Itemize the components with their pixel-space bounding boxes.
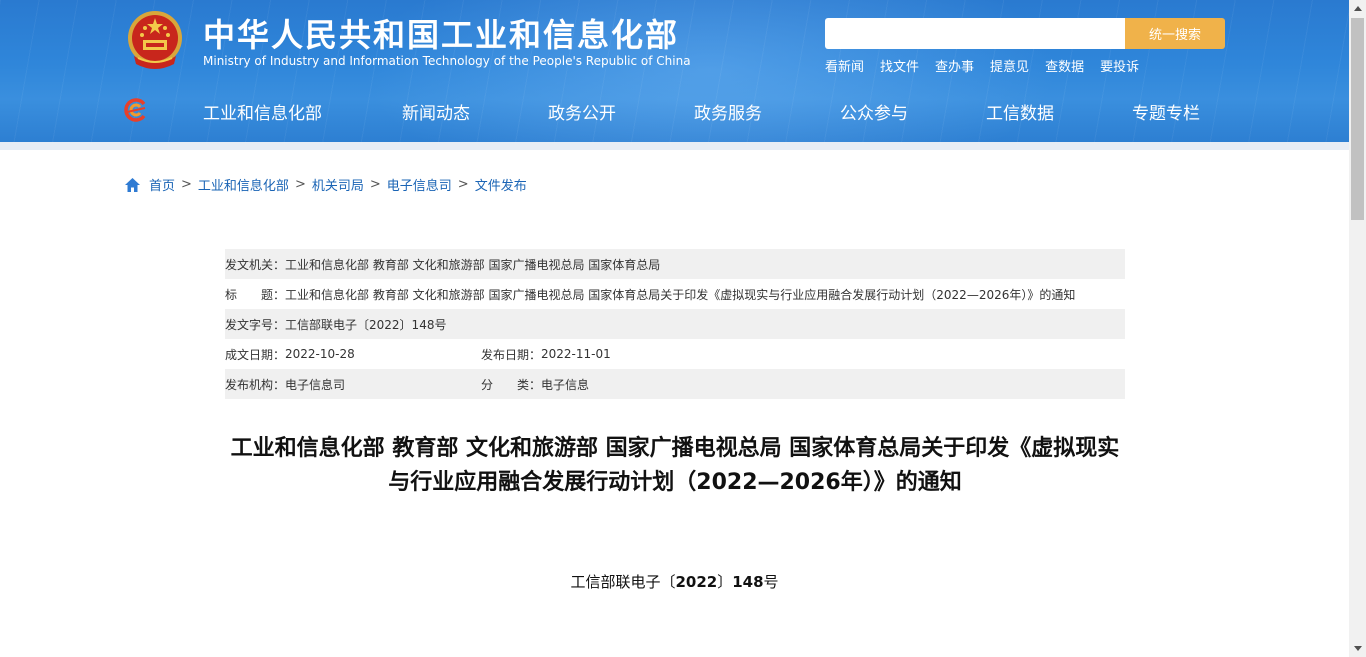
pub-date-label: 发布日期：	[481, 347, 542, 362]
breadcrumb-separator: >	[457, 177, 469, 192]
search-button[interactable]: 统一搜索	[1125, 18, 1225, 49]
info-row-issuer: 发文机关： 工业和信息化部 教育部 文化和旅游部 国家广播电视总局 国家体育总局	[225, 249, 1125, 279]
breadcrumb-miit[interactable]: 工业和信息化部	[198, 175, 289, 194]
quick-links: 看新闻 找文件 查办事 提意见 查数据 要投诉	[825, 56, 1155, 75]
title-label: 标 题：	[225, 287, 286, 302]
info-row-docno: 发文字号： 工信部联电子〔2022〕148号	[225, 309, 1125, 339]
issuer-value: 工业和信息化部 教育部 文化和旅游部 国家广播电视总局 国家体育总局	[285, 257, 661, 272]
nav-item-news[interactable]: 新闻动态	[402, 99, 470, 124]
issuer-label: 发文机关：	[225, 257, 286, 272]
doc-number-suffix: 号	[763, 573, 779, 591]
info-row-dates: 成文日期： 2022-10-28 发布日期： 2022-11-01	[225, 339, 1125, 369]
date-value: 2022-10-28	[285, 347, 355, 361]
org-value: 电子信息司	[285, 377, 346, 392]
breadcrumb-home[interactable]: 首页	[149, 175, 175, 194]
article-doc-number: 工信部联电子〔2022〕148号	[0, 571, 1349, 592]
document-info-table: 发文机关： 工业和信息化部 教育部 文化和旅游部 国家广播电视总局 国家体育总局…	[225, 249, 1125, 399]
search-input[interactable]	[825, 18, 1125, 49]
breadcrumb-separator: >	[294, 177, 306, 192]
docno-value: 工信部联电子〔2022〕148号	[285, 317, 447, 332]
info-row-title: 标 题： 工业和信息化部 教育部 文化和旅游部 国家广播电视总局 国家体育总局关…	[225, 279, 1125, 309]
site-subtitle: Ministry of Industry and Information Tec…	[203, 54, 691, 68]
nav-item-data[interactable]: 工信数据	[986, 99, 1054, 124]
quick-link-news[interactable]: 看新闻	[825, 56, 864, 75]
org-label: 发布机构：	[225, 377, 286, 392]
breadcrumb-file-release[interactable]: 文件发布	[475, 175, 527, 194]
breadcrumb-separator: >	[181, 177, 192, 192]
breadcrumb-separator: >	[369, 177, 381, 192]
doc-number-prefix: 工信部联电子〔	[570, 573, 676, 591]
info-row-org: 发布机构： 电子信息司 分 类： 电子信息	[225, 369, 1125, 399]
category-label: 分 类：	[481, 377, 542, 392]
nav-item-topics[interactable]: 专题专栏	[1132, 99, 1200, 124]
category-value: 电子信息	[541, 377, 590, 392]
scroll-down-arrow-icon[interactable]	[1349, 640, 1366, 657]
nav-item-public-affairs[interactable]: 政务公开	[548, 99, 616, 124]
scrollbar-thumb[interactable]	[1351, 18, 1364, 220]
quick-link-files[interactable]: 找文件	[880, 56, 919, 75]
quick-link-services[interactable]: 查办事	[935, 56, 974, 75]
miit-logo-icon[interactable]	[124, 98, 148, 122]
title-value: 工业和信息化部 教育部 文化和旅游部 国家广播电视总局 国家体育总局关于印发《虚…	[285, 287, 1076, 302]
header-banner: 中华人民共和国工业和信息化部 Ministry of Industry and …	[0, 0, 1349, 142]
home-icon[interactable]	[124, 177, 141, 193]
doc-number-num: 148	[732, 573, 764, 591]
national-emblem-icon[interactable]	[124, 8, 186, 74]
article-title: 工业和信息化部 教育部 文化和旅游部 国家广播电视总局 国家体育总局关于印发《虚…	[230, 436, 1120, 495]
page: 中华人民共和国工业和信息化部 Ministry of Industry and …	[0, 0, 1366, 657]
nav-item-miit[interactable]: 工业和信息化部	[203, 99, 322, 124]
date-label: 成文日期：	[225, 347, 286, 362]
doc-number-mid: 〕	[717, 573, 733, 591]
breadcrumb-departments[interactable]: 机关司局	[312, 175, 364, 194]
site-title[interactable]: 中华人民共和国工业和信息化部	[203, 10, 679, 56]
vertical-scrollbar[interactable]	[1349, 0, 1366, 657]
header-shadow	[0, 142, 1349, 150]
scroll-up-arrow-icon[interactable]	[1349, 0, 1366, 17]
quick-link-feedback[interactable]: 提意见	[990, 56, 1029, 75]
breadcrumb-electronics-dept[interactable]: 电子信息司	[387, 175, 452, 194]
breadcrumb: 首页 > 工业和信息化部 > 机关司局 > 电子信息司 > 文件发布	[124, 175, 527, 194]
quick-link-complaint[interactable]: 要投诉	[1100, 56, 1139, 75]
doc-number-year: 2022	[675, 573, 718, 591]
docno-label: 发文字号：	[225, 317, 286, 332]
pub-date-value: 2022-11-01	[541, 347, 611, 361]
nav-item-services[interactable]: 政务服务	[694, 99, 762, 124]
nav-item-participation[interactable]: 公众参与	[840, 99, 908, 124]
quick-link-data[interactable]: 查数据	[1045, 56, 1084, 75]
